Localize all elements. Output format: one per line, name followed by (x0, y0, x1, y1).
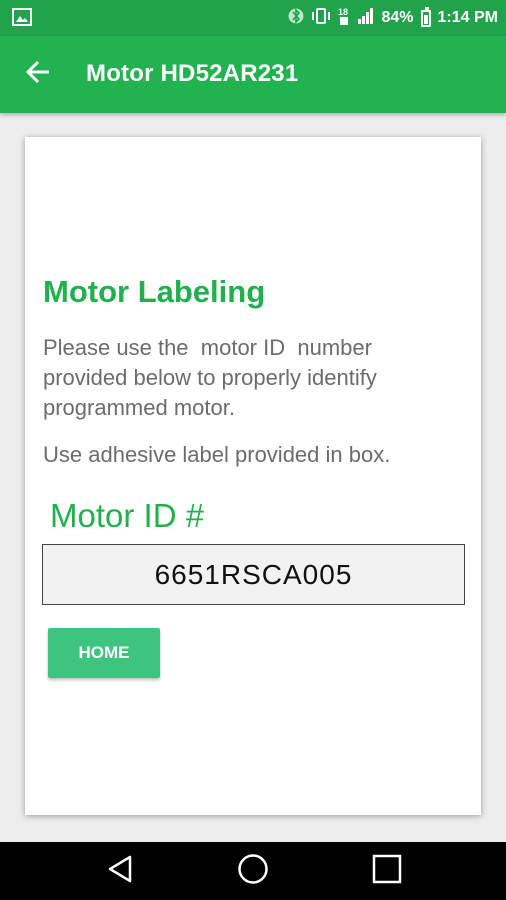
adhesive-note-text: Use adhesive label provided in box. (43, 442, 391, 467)
motor-id-field[interactable]: 6651RSCA005 (42, 544, 465, 605)
battery-percent: 84% (381, 9, 414, 26)
app-bar: Motor HD52AR231 (0, 36, 506, 113)
back-button[interactable] (20, 56, 56, 92)
battery-icon (420, 6, 431, 27)
data-icon: 1 8 (338, 6, 350, 31)
bluetooth-icon (288, 6, 304, 31)
motor-id-label: Motor ID # (50, 497, 205, 534)
image-notification-icon (12, 8, 32, 31)
nav-back-button[interactable] (85, 842, 155, 900)
svg-text:8: 8 (343, 7, 348, 17)
nav-recents-button[interactable] (352, 842, 422, 900)
signal-icon (357, 7, 375, 30)
nav-home-button[interactable] (218, 842, 288, 900)
navigation-bar (0, 842, 506, 900)
motor-id-value: 6651RSCA005 (154, 558, 353, 590)
home-button[interactable]: HOME (48, 628, 160, 678)
home-circle-icon (237, 853, 269, 890)
home-button-label: HOME (78, 643, 130, 662)
motor-labeling-card: Motor Labeling Please use the motor ID n… (25, 137, 481, 815)
card-heading: Motor Labeling (43, 274, 266, 309)
arrow-back-icon (25, 60, 51, 89)
vibrate-icon (311, 7, 331, 30)
back-triangle-icon (106, 854, 134, 889)
status-bar: 1 8 84% 1:14 PM (0, 0, 506, 36)
page-title: Motor HD52AR231 (86, 60, 299, 87)
status-icons: 1 8 84% 1:14 PM (288, 0, 498, 36)
instructions-text: Please use the motor ID number provided … (43, 335, 377, 420)
recents-square-icon (372, 854, 402, 889)
clock: 1:14 PM (437, 9, 498, 26)
